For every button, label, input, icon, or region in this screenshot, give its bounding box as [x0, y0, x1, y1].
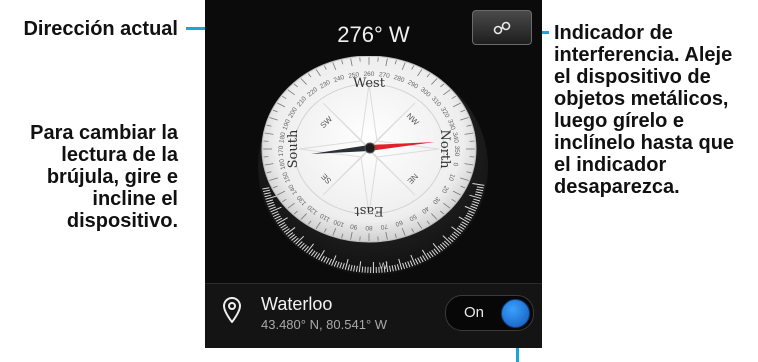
location-toggle[interactable]: On — [445, 295, 534, 331]
location-bar: Waterloo 43.480° N, 80.541° W On — [205, 283, 542, 348]
location-city: Waterloo — [261, 294, 333, 314]
toggle-label: On — [464, 304, 485, 321]
degree-label: 170 — [278, 145, 285, 156]
degree-label: 80 — [365, 224, 373, 231]
instructions-annotation: Para cambiar la lectura de la brújula, g… — [30, 122, 178, 232]
cardinal-north: North — [437, 129, 452, 169]
location-coords: 43.480° N, 80.541° W — [261, 317, 388, 332]
bezel-label: W — [379, 261, 388, 271]
cardinal-east: East — [354, 203, 384, 218]
needle-pivot — [364, 142, 376, 154]
interference-indicator-button[interactable] — [472, 10, 532, 45]
location-pin-icon — [223, 297, 241, 323]
cardinal-south: South — [286, 129, 301, 168]
current-direction-annotation: Dirección actual — [23, 18, 178, 40]
compass-app-screen: 276° W W 260 270 280 290 300 250 240 230… — [205, 0, 542, 348]
bezel-tick — [361, 266, 364, 273]
degree-label: 350 — [453, 146, 460, 157]
link-icon — [493, 21, 511, 34]
bezel-tick — [364, 266, 366, 273]
cardinal-west: West — [353, 76, 386, 91]
interference-annotation: Indicador de interferencia. Aleje el dis… — [554, 22, 735, 198]
compass-dial[interactable]: W 260 270 280 29030025024023022021020019018… — [205, 56, 542, 282]
toggle-knob[interactable] — [501, 299, 530, 328]
